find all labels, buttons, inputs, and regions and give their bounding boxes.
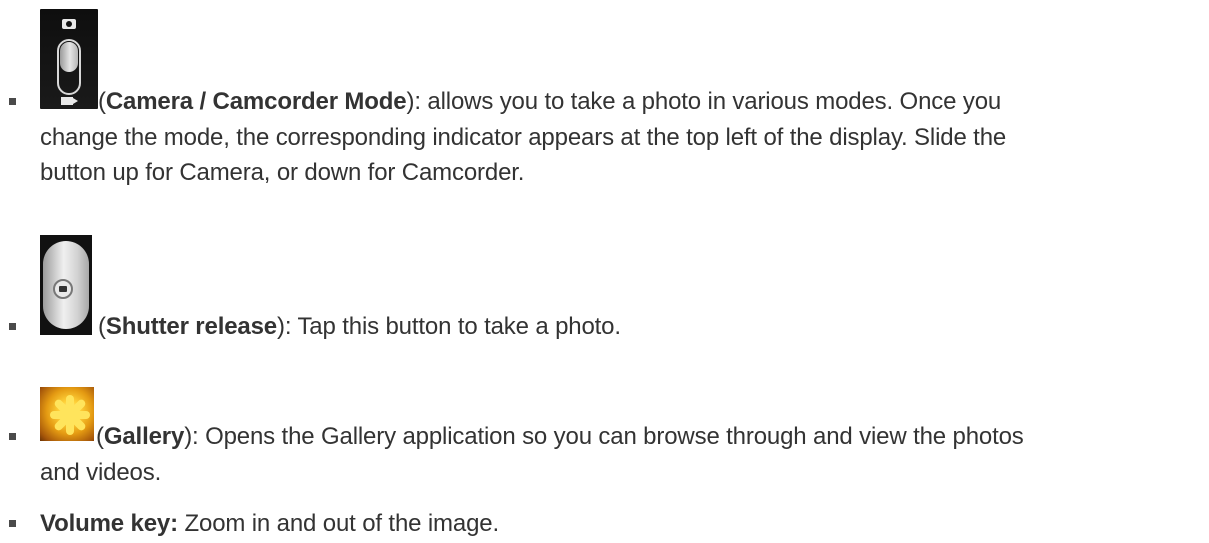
camera-icon xyxy=(53,279,73,299)
camera-mode-term: Camera / Camcorder Mode xyxy=(105,88,407,115)
bullet-icon xyxy=(9,323,16,330)
camera-mode-line-3: button up for Camera, or down for Camcor… xyxy=(40,159,525,186)
bullet-icon xyxy=(9,433,16,440)
gallery-thumbnail-icon xyxy=(40,387,94,441)
volume-key-line-1: Volume key: Zoom in and out of the image… xyxy=(40,510,499,537)
camera-icon xyxy=(62,19,76,29)
mode-slider-track xyxy=(57,39,81,95)
mode-slider-knob xyxy=(60,42,78,72)
camera-mode-line-1: (Camera / Camcorder Mode): allows you to… xyxy=(98,88,1002,115)
gallery-line-2: and videos. xyxy=(40,459,162,486)
gallery-term: Gallery xyxy=(103,423,185,450)
gallery-line-1: (Gallery): Opens the Gallery application… xyxy=(96,423,1024,450)
bullet-icon xyxy=(9,98,16,105)
camcorder-icon xyxy=(61,97,73,105)
shutter-release-line-1: (Shutter release): Tap this button to ta… xyxy=(98,313,621,340)
camera-camcorder-mode-switch-icon xyxy=(40,9,98,109)
bullet-icon xyxy=(9,520,16,527)
shutter-release-term: Shutter release xyxy=(105,313,278,340)
shutter-release-icon xyxy=(40,235,92,335)
camera-mode-line-2: change the mode, the corresponding indic… xyxy=(40,124,1007,151)
volume-key-term: Volume key: xyxy=(40,510,178,537)
